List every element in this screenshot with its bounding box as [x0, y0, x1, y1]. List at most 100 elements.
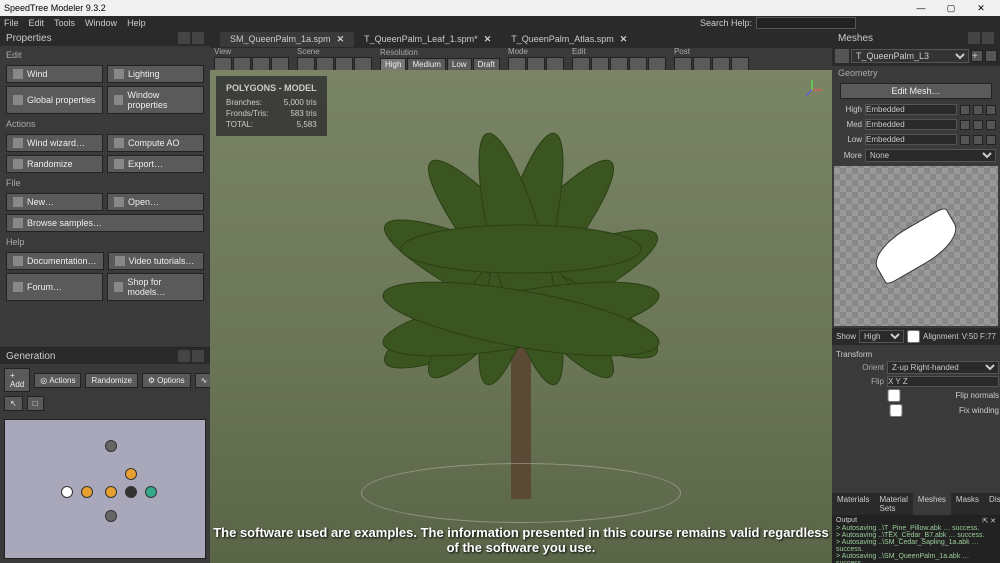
lighting-button[interactable]: Lighting: [107, 65, 204, 83]
hand-icon[interactable]: [835, 49, 849, 63]
menu-tools[interactable]: Tools: [54, 18, 75, 28]
flip-normals-checkbox[interactable]: [836, 389, 952, 402]
high-btn-2[interactable]: [973, 105, 983, 115]
edit-mesh-button[interactable]: Edit Mesh…: [840, 83, 991, 99]
show-select[interactable]: High: [859, 330, 904, 343]
tab-displacements[interactable]: Displacements: [984, 493, 1000, 515]
browse-samples-button[interactable]: Browse samples…: [6, 214, 204, 232]
mode-btn-3[interactable]: [546, 57, 564, 71]
node-graph[interactable]: [4, 419, 206, 559]
add-mesh-button[interactable]: +: [971, 50, 983, 62]
scene-btn-1[interactable]: [297, 57, 315, 71]
window-properties-button[interactable]: Window properties: [107, 86, 204, 114]
med-btn-3[interactable]: [986, 120, 996, 130]
minimize-button[interactable]: —: [906, 3, 936, 13]
new-button[interactable]: New…: [6, 193, 103, 211]
resolution-high[interactable]: High: [380, 58, 406, 71]
wind-button[interactable]: Wind: [6, 65, 103, 83]
output-dock-icon[interactable]: ⇱ ✕: [982, 517, 996, 525]
gen-close-icon[interactable]: [192, 350, 204, 362]
search-help-input[interactable]: [756, 17, 856, 29]
meshes-dock-icon[interactable]: [968, 32, 980, 44]
fix-winding-checkbox[interactable]: [836, 404, 956, 417]
axis-gizmo-icon[interactable]: [800, 78, 824, 102]
tab-masks[interactable]: Masks: [951, 493, 984, 515]
forum-button[interactable]: Forum…: [6, 273, 103, 301]
tab-2[interactable]: T_QueenPalm_Atlas.spm✕: [501, 32, 637, 47]
flip-input[interactable]: [887, 376, 999, 387]
shop-button[interactable]: Shop for models…: [107, 273, 204, 301]
mode-btn-1[interactable]: [508, 57, 526, 71]
edit-btn-2[interactable]: [591, 57, 609, 71]
post-btn-4[interactable]: [731, 57, 749, 71]
close-icon[interactable]: ✕: [484, 34, 492, 45]
gen-randomize-button[interactable]: Randomize: [85, 373, 137, 388]
med-btn-1[interactable]: [960, 120, 970, 130]
view-btn-4[interactable]: [271, 57, 289, 71]
viewport-3d[interactable]: POLYGONS - MODEL Branches:5,000 tris Fro…: [210, 70, 832, 563]
tab-materials[interactable]: Materials: [832, 493, 874, 515]
view-btn-2[interactable]: [233, 57, 251, 71]
close-icon[interactable]: ✕: [337, 34, 345, 45]
low-btn-3[interactable]: [986, 135, 996, 145]
high-btn-3[interactable]: [986, 105, 996, 115]
post-label: Post: [674, 47, 749, 56]
scene-btn-2[interactable]: [316, 57, 334, 71]
panel-close-icon[interactable]: [192, 32, 204, 44]
tab-0[interactable]: SM_QueenPalm_1a.spm✕: [220, 32, 354, 47]
video-tutorials-button[interactable]: Video tutorials…: [108, 252, 204, 270]
med-btn-2[interactable]: [973, 120, 983, 130]
randomize-button[interactable]: Randomize: [6, 155, 103, 173]
gen-tool-2[interactable]: □: [27, 396, 44, 411]
edit-btn-3[interactable]: [610, 57, 628, 71]
maximize-button[interactable]: ▢: [936, 3, 966, 14]
open-button[interactable]: Open…: [107, 193, 204, 211]
tab-meshes[interactable]: Meshes: [913, 493, 951, 515]
resolution-low[interactable]: Low: [447, 58, 472, 71]
gen-actions-button[interactable]: ◎Actions: [34, 373, 81, 388]
scene-btn-3[interactable]: [335, 57, 353, 71]
edit-btn-1[interactable]: [572, 57, 590, 71]
low-btn-2[interactable]: [973, 135, 983, 145]
gen-options-button[interactable]: ⚙Options: [142, 373, 191, 388]
left-panel: Properties Edit Wind Lighting Global pro…: [0, 30, 210, 563]
tab-material-sets[interactable]: Material Sets: [874, 493, 912, 515]
post-btn-3[interactable]: [712, 57, 730, 71]
edit-btn-4[interactable]: [629, 57, 647, 71]
post-btn-2[interactable]: [693, 57, 711, 71]
close-window-button[interactable]: ✕: [966, 3, 996, 14]
output-line: > Autosaving ..\SM_Cedar_Sapling_1a.abk …: [836, 539, 996, 553]
wind-wizard-button[interactable]: Wind wizard…: [6, 134, 103, 152]
view-btn-1[interactable]: [214, 57, 232, 71]
documentation-button[interactable]: Documentation…: [6, 252, 104, 270]
gen-tool-1[interactable]: ↖: [4, 396, 23, 411]
export-button[interactable]: Export…: [107, 155, 204, 173]
high-btn-1[interactable]: [960, 105, 970, 115]
mode-btn-2[interactable]: [527, 57, 545, 71]
gen-dock-icon[interactable]: [178, 350, 190, 362]
menu-file[interactable]: File: [4, 18, 19, 28]
low-btn-1[interactable]: [960, 135, 970, 145]
scene-btn-4[interactable]: [354, 57, 372, 71]
resolution-medium[interactable]: Medium: [407, 58, 445, 71]
mesh-options-button[interactable]: [985, 50, 997, 62]
orient-select[interactable]: Z-up Right-handed: [887, 361, 999, 374]
panel-dock-icon[interactable]: [178, 32, 190, 44]
post-btn-1[interactable]: [674, 57, 692, 71]
compute-ao-button[interactable]: Compute AO: [107, 134, 204, 152]
resolution-draft[interactable]: Draft: [473, 58, 500, 71]
edit-btn-5[interactable]: [648, 57, 666, 71]
tab-1[interactable]: T_QueenPalm_Leaf_1.spm*✕: [354, 32, 501, 47]
menu-edit[interactable]: Edit: [29, 18, 45, 28]
gen-add-button[interactable]: + Add: [4, 368, 30, 392]
menu-window[interactable]: Window: [85, 18, 117, 28]
mesh-selector[interactable]: T_QueenPalm_L3: [851, 49, 969, 63]
more-select[interactable]: None: [865, 149, 996, 162]
menu-help[interactable]: Help: [127, 18, 146, 28]
close-icon[interactable]: ✕: [620, 34, 628, 45]
global-properties-button[interactable]: Global properties: [6, 86, 103, 114]
view-btn-3[interactable]: [252, 57, 270, 71]
mesh-preview[interactable]: [834, 166, 998, 326]
alignment-checkbox[interactable]: [907, 330, 920, 343]
meshes-close-icon[interactable]: [982, 32, 994, 44]
